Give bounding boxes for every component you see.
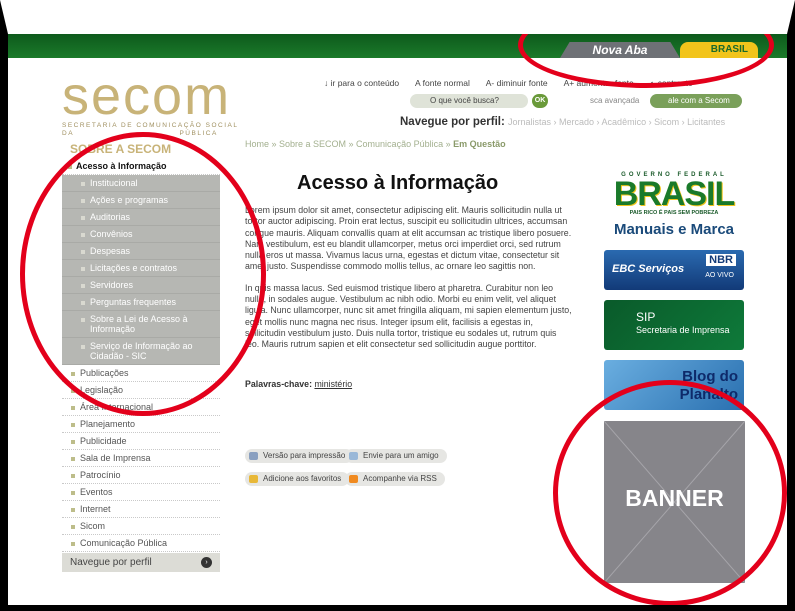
profile-nav-label: Navegue por perfil: (400, 116, 505, 128)
sidebar-profile-label: Navegue por perfil (70, 557, 152, 568)
favorites-button[interactable]: Adicione aos favoritos (245, 472, 350, 486)
font-normal-link[interactable]: A fonte normal (415, 78, 470, 88)
body-paragraph: In quis massa lacus. Sed euismod tristiq… (245, 282, 572, 350)
sidebar-subitem[interactable]: Servidores (62, 277, 220, 294)
blog-planalto-banner[interactable]: Blog do Planalto (604, 360, 744, 410)
font-decrease-link[interactable]: A- diminuir fonte (486, 78, 548, 88)
skip-to-content-link[interactable]: ↓ ir para o conteúdo (324, 78, 399, 88)
breadcrumb-current: Em Questão (453, 139, 506, 149)
ebc-label: EBC Serviços (612, 263, 685, 275)
ao-vivo-label: AO VIVO (705, 272, 734, 279)
logo-subtitle-line1: SECRETARIA DE COMUNICAÇÃO SOCIAL (62, 122, 239, 129)
advanced-search-link[interactable]: sca avançada (590, 96, 639, 105)
sidebar-subitem[interactable]: Despesas (62, 243, 220, 260)
search-input[interactable]: O que você busca? (410, 94, 528, 108)
sidebar-item[interactable]: Área Internacional (62, 399, 220, 416)
sidebar: SOBRE A SECOM Acesso à Informação Instit… (62, 140, 220, 572)
search-ok-button[interactable]: OK (532, 94, 548, 108)
body-paragraph: Lorem ipsum dolor sit amet, consectetur … (245, 205, 572, 272)
page-title: Acesso à Informação (297, 172, 499, 194)
sidebar-subitem[interactable]: Convênios (62, 226, 220, 243)
tab-brasil[interactable]: BRASIL (680, 42, 758, 58)
sidebar-item[interactable]: Planejamento (62, 416, 220, 433)
secom-logo[interactable]: secom SECRETARIA DE COMUNICAÇÃO SOCIAL D… (62, 66, 252, 137)
chevron-right-icon[interactable]: › (201, 557, 212, 568)
sip-banner[interactable]: SIP Secretaria de Imprensa (604, 300, 744, 350)
email-label: Envie para um amigo (363, 451, 439, 460)
manuais-marca-link[interactable]: Manuais e Marca (604, 221, 744, 238)
banner-label: BANNER (625, 485, 724, 511)
breadcrumb: Home » Sobre a SECOM » Comunicação Públi… (245, 139, 506, 149)
profile-nav: Navegue por perfil: Jornalistas › Mercad… (400, 116, 725, 128)
sip-title: SIP (636, 310, 656, 324)
printer-icon (249, 452, 258, 460)
nbr-label: NBR (706, 254, 736, 266)
rss-label: Acompanhe via RSS (363, 474, 437, 483)
blog-line1: Blog do (682, 368, 738, 385)
print-label: Versão para impressão (263, 451, 346, 460)
banner-placeholder[interactable]: BANNER (604, 421, 745, 583)
rss-icon (349, 475, 358, 483)
blog-line2: Planalto (679, 386, 738, 403)
sidebar-item[interactable]: Patrocínio (62, 467, 220, 484)
breadcrumb-path[interactable]: Home » Sobre a SECOM » Comunicação Públi… (245, 139, 453, 149)
sidebar-item[interactable]: Publicidade (62, 433, 220, 450)
utility-bar: ↓ ir para o conteúdo A fonte normal A- d… (324, 78, 707, 88)
sidebar-subitem[interactable]: Serviço de Informação ao Cidadão - SIC (62, 338, 220, 365)
sidebar-item[interactable]: Comunicação Pública (62, 535, 220, 552)
right-column: GOVERNO FEDERAL BRASIL PAIS RICO É PAIS … (604, 172, 744, 410)
logo-subtitle: SECRETARIA DE COMUNICAÇÃO SOCIAL DA PÚBL… (62, 122, 252, 138)
sidebar-subitem[interactable]: Licitações e contratos (62, 260, 220, 277)
sidebar-item[interactable]: Legislação (62, 382, 220, 399)
profile-nav-links[interactable]: Jornalistas › Mercado › Acadêmico › Sico… (508, 117, 725, 127)
sidebar-subitem[interactable]: Institucional (62, 175, 220, 192)
sidebar-subitem[interactable]: Perguntas frequentes (62, 294, 220, 311)
sidebar-profile-nav[interactable]: Navegue por perfil › (62, 553, 220, 572)
sidebar-item[interactable]: Publicações (62, 365, 220, 382)
ebc-services-banner[interactable]: EBC Serviços NBR AO VIVO (604, 250, 744, 290)
sidebar-subitem[interactable]: Sobre a Lei de Acesso à Informação (62, 311, 220, 338)
sip-subtitle: Secretaria de Imprensa (636, 325, 730, 335)
sidebar-subitem[interactable]: Auditorias (62, 209, 220, 226)
sidebar-item[interactable]: Sala de Imprensa (62, 450, 220, 467)
star-icon (249, 475, 258, 483)
sidebar-subitem[interactable]: Ações e programas (62, 192, 220, 209)
keywords-label: Palavras-chave: (245, 378, 312, 389)
print-button[interactable]: Versão para impressão (245, 449, 354, 463)
sidebar-item[interactable]: Internet (62, 501, 220, 518)
sidebar-title[interactable]: SOBRE A SECOM (62, 140, 220, 158)
tab-nova-aba[interactable]: Nova Aba (560, 42, 680, 58)
main-content: Acesso à Informação Lorem ipsum dolor si… (245, 172, 572, 389)
sidebar-item-acesso-informacao[interactable]: Acesso à Informação (62, 158, 220, 175)
contact-secom-button[interactable]: ale com a Secom (650, 94, 742, 108)
logo-subtitle-line2: DA PÚBLICA (62, 130, 218, 137)
email-friend-button[interactable]: Envie para um amigo (345, 449, 447, 463)
envelope-icon (349, 452, 358, 460)
contrast-link[interactable]: ◐ contraste (650, 78, 692, 88)
font-increase-link[interactable]: A+ aumentar fonte (564, 78, 634, 88)
sidebar-item[interactable]: Eventos (62, 484, 220, 501)
favorites-label: Adicione aos favoritos (263, 474, 342, 483)
page-frame: Nova Aba BRASIL secom SECRETARIA DE COMU… (0, 0, 795, 611)
sidebar-item[interactable]: Sicom (62, 518, 220, 535)
rss-button[interactable]: Acompanhe via RSS (345, 472, 445, 486)
brasil-logo[interactable]: BRASIL (604, 177, 744, 211)
keyword-link[interactable]: ministério (314, 379, 352, 389)
keywords: Palavras-chave: ministério (245, 379, 572, 389)
logo-word: secom (62, 66, 232, 126)
